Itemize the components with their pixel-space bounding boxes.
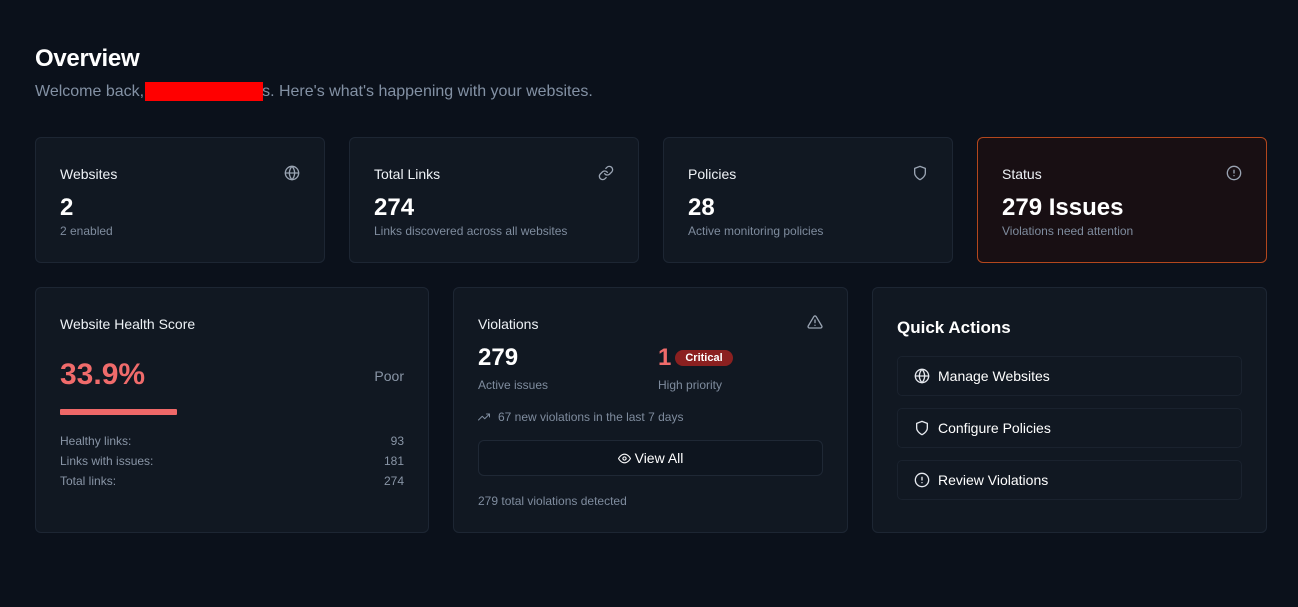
action-label: Review Violations: [938, 472, 1049, 488]
health-row-issues: Links with issues: 181: [60, 454, 404, 474]
critical-badge: Critical: [675, 350, 733, 366]
manage-websites-button[interactable]: Manage Websites: [897, 356, 1242, 396]
stat-subtitle: 2 enabled: [60, 224, 113, 238]
quick-actions-card: Quick Actions Manage Websites Configure …: [872, 287, 1267, 533]
total-violations-text: 279 total violations detected: [478, 494, 627, 508]
health-score-card: Website Health Score 33.9% Poor Healthy …: [35, 287, 429, 533]
welcome-suffix: s. Here's what's happening with your web…: [262, 82, 593, 100]
row-label: Links with issues:: [60, 454, 154, 468]
globe-icon: [284, 165, 300, 181]
health-title: Website Health Score: [60, 316, 196, 332]
welcome-prefix: Welcome back,: [35, 82, 145, 100]
active-issues-value: 279: [478, 344, 519, 371]
action-label: Manage Websites: [938, 368, 1050, 384]
shield-icon: [916, 420, 928, 436]
stat-subtitle: Active monitoring policies: [688, 224, 824, 238]
review-violations-button[interactable]: Review Violations: [897, 460, 1242, 500]
stat-card-total-links: Total Links 274 Links discovered across …: [349, 137, 639, 263]
health-stats-list: Healthy links: 93 Links with issues: 181…: [60, 434, 404, 494]
stat-subtitle: Links discovered across all websites: [374, 224, 568, 238]
redacted-username: [145, 82, 264, 101]
stat-label: Policies: [688, 166, 737, 182]
critical-count: 1 Critical: [658, 344, 733, 372]
link-icon: [598, 165, 614, 181]
violations-trend: 67 new violations in the last 7 days: [478, 410, 683, 424]
health-progress-bar: [60, 409, 404, 415]
view-all-label: View All: [634, 450, 684, 466]
stat-value: 28: [688, 194, 715, 221]
stat-subtitle: Violations need attention: [1002, 224, 1134, 238]
configure-policies-button[interactable]: Configure Policies: [897, 408, 1242, 448]
dashboard-page: Overview Welcome back, s. Here's what's …: [0, 0, 1298, 607]
violations-title: Violations: [478, 316, 539, 332]
welcome-message: Welcome back, s. Here's what's happening…: [35, 82, 593, 101]
critical-value: 1: [658, 344, 672, 371]
stat-value: 279 Issues: [1002, 194, 1124, 221]
shield-icon: [914, 165, 926, 181]
health-score-value: 33.9%: [60, 358, 146, 391]
health-row-healthy: Healthy links: 93: [60, 434, 404, 454]
row-value: 181: [383, 454, 404, 468]
view-all-button[interactable]: View All: [478, 440, 823, 476]
health-progress-fill: [60, 409, 177, 415]
stat-value: 2: [60, 194, 74, 221]
health-row-total: Total links: 274: [60, 474, 404, 494]
high-priority-label: High priority: [658, 378, 723, 392]
health-rating: Poor: [374, 368, 404, 384]
alert-circle-icon: [1226, 165, 1242, 181]
violations-card: Violations 279 Active issues 1 Critical …: [453, 287, 848, 533]
eye-icon: [617, 453, 631, 463]
stat-card-policies: Policies 28 Active monitoring policies: [663, 137, 953, 263]
row-label: Total links:: [60, 474, 117, 488]
stat-label: Websites: [60, 166, 118, 182]
globe-icon: [914, 368, 930, 384]
action-label: Configure Policies: [938, 420, 1051, 436]
page-title: Overview: [35, 45, 140, 72]
stat-card-status: Status 279 Issues Violations need attent…: [977, 137, 1267, 263]
trending-up-icon: [478, 413, 490, 421]
alert-circle-icon: [914, 472, 930, 488]
quick-actions-title: Quick Actions: [897, 318, 1011, 337]
stat-value: 274: [374, 194, 415, 221]
stat-card-websites: Websites 2 2 enabled: [35, 137, 325, 263]
row-value: 274: [383, 474, 404, 488]
row-label: Healthy links:: [60, 434, 132, 448]
warning-triangle-icon: [807, 315, 823, 329]
stat-label: Status: [1002, 166, 1042, 182]
page-header: Overview Welcome back, s. Here's what's …: [35, 45, 593, 101]
stat-label: Total Links: [374, 166, 441, 182]
active-issues-label: Active issues: [478, 378, 549, 392]
trend-text: 67 new violations in the last 7 days: [498, 410, 684, 424]
row-value: 93: [390, 434, 404, 448]
